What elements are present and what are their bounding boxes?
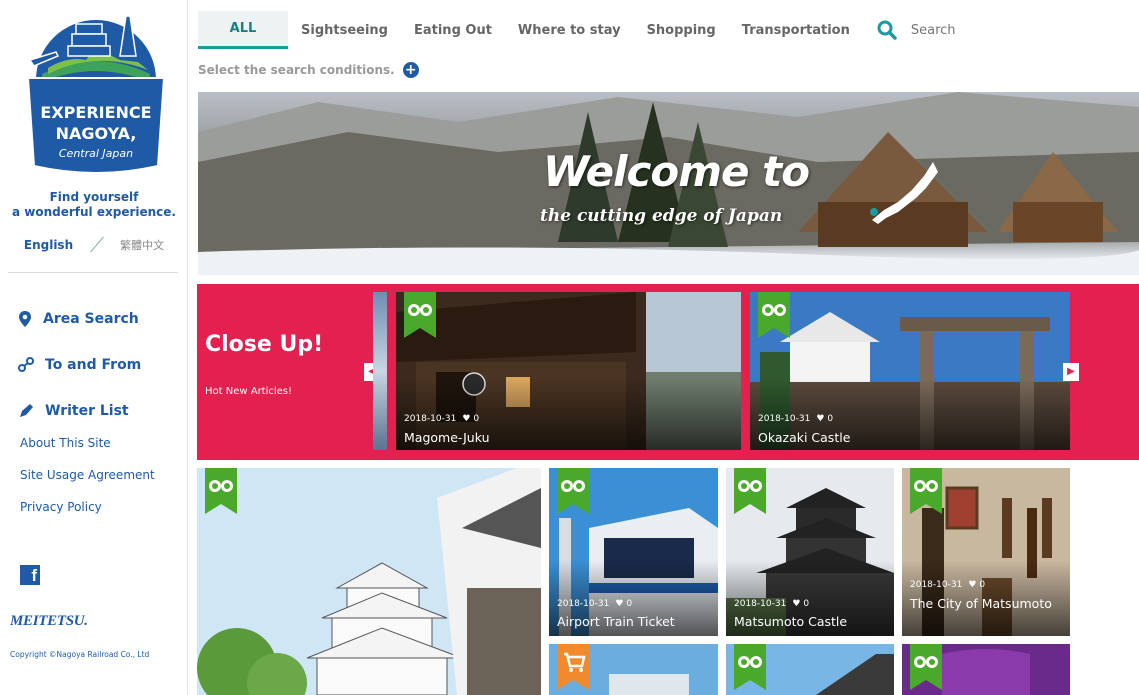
- binoculars-icon: [910, 644, 942, 690]
- card-title: The City of Matsumoto: [910, 596, 1052, 611]
- card-likes: 0: [473, 414, 480, 424]
- card-title: Magome-Juku: [404, 430, 490, 445]
- sidebar-item-to-and-from[interactable]: To and From: [18, 342, 141, 388]
- card-date: 2018-10-31: [758, 414, 811, 424]
- card-likes: 0: [803, 599, 810, 609]
- hero-title: Welcome to: [543, 147, 810, 196]
- card-date: 2018-10-31: [734, 599, 787, 609]
- binoculars-icon: [734, 468, 766, 514]
- carousel-next-button[interactable]: ▶: [1063, 363, 1079, 381]
- article-card-bottom-2[interactable]: [726, 644, 894, 695]
- tab-eating-out[interactable]: Eating Out: [401, 11, 505, 49]
- lang-divider: [89, 236, 104, 253]
- heart-icon[interactable]: ♥: [462, 414, 470, 424]
- sidebar-item-area-search[interactable]: Area Search: [18, 296, 141, 342]
- plus-icon[interactable]: +: [402, 62, 419, 78]
- tagline: Find yourself a wonderful experience.: [0, 190, 188, 220]
- binoculars-icon: [910, 468, 942, 514]
- about-link[interactable]: About This Site: [20, 436, 155, 468]
- lang-chinese-link[interactable]: 繁體中文: [120, 239, 164, 252]
- article-grid: 2018-10-31 ♥ 0 Airport Train Ticket 2018-1…: [197, 468, 1139, 695]
- binoculars-icon: [734, 644, 766, 690]
- pen-icon: [20, 404, 33, 417]
- facebook-glyph: f: [31, 566, 37, 585]
- card-date: 2018-10-31: [404, 414, 457, 424]
- route-icon: [18, 357, 34, 372]
- carousel-peek-card[interactable]: [373, 292, 387, 450]
- feature-article-card[interactable]: [197, 468, 541, 695]
- article-card-airport-train[interactable]: 2018-10-31 ♥ 0 Airport Train Ticket: [549, 468, 718, 636]
- card-title: Okazaki Castle: [758, 430, 851, 445]
- heart-icon[interactable]: ♥: [816, 414, 824, 424]
- binoculars-icon: [557, 468, 589, 514]
- location-pin-icon: [19, 311, 31, 327]
- cart-icon: [557, 644, 589, 690]
- tab-shopping[interactable]: Shopping: [634, 11, 729, 49]
- tagline-line-2: a wonderful experience.: [12, 205, 176, 219]
- article-card-okazaki[interactable]: 2018-10-31 ♥ 0 Okazaki Castle: [750, 292, 1070, 450]
- usage-agreement-link[interactable]: Site Usage Agreement: [20, 468, 155, 500]
- tab-transportation[interactable]: Transportation: [729, 11, 863, 49]
- card-meta: 2018-10-31 ♥ 0: [758, 414, 833, 424]
- binoculars-icon: [205, 468, 237, 514]
- card-meta: 2018-10-31 ♥ 0: [910, 580, 985, 590]
- article-image: [197, 468, 541, 695]
- sidebar: EXPERIENCE NAGOYA, Central Japan Find yo…: [0, 0, 188, 695]
- card-title: Airport Train Ticket: [557, 614, 675, 629]
- article-card-city-of-matsumoto[interactable]: 2018-10-31 ♥ 0 The City of Matsumoto: [902, 468, 1070, 636]
- logo-line-1: EXPERIENCE: [40, 103, 151, 122]
- sidebar-nav: Area Search To and From Writer List: [18, 296, 141, 434]
- copyright: Copyright ©Nagoya Railroad Co., Ltd: [10, 650, 150, 659]
- card-likes: 0: [626, 599, 633, 609]
- search-conditions[interactable]: Select the search conditions. +: [198, 62, 419, 78]
- closeup-title: Close Up!: [205, 332, 324, 357]
- lang-english-link[interactable]: English: [24, 238, 73, 252]
- facebook-icon[interactable]: f: [20, 565, 40, 585]
- binoculars-icon: [758, 292, 790, 338]
- sidebar-divider: [8, 272, 178, 273]
- card-likes: 0: [827, 414, 834, 424]
- sidebar-links: About This Site Site Usage Agreement Pri…: [20, 436, 155, 532]
- binoculars-icon: [404, 292, 436, 338]
- search-icon[interactable]: [877, 20, 897, 40]
- category-tabs: ALL Sightseeing Eating Out Where to stay…: [198, 10, 1128, 50]
- article-card-matsumoto-castle[interactable]: 2018-10-31 ♥ 0 Matsumoto Castle: [726, 468, 894, 636]
- article-card-bottom-3[interactable]: [902, 644, 1070, 695]
- hero-banner[interactable]: Welcome to the cutting edge of Japan: [198, 92, 1139, 275]
- heart-icon[interactable]: ♥: [792, 599, 800, 609]
- article-card-magome[interactable]: 2018-10-31 ♥ 0 Magome-Juku: [396, 292, 741, 450]
- tagline-line-1: Find yourself: [49, 190, 139, 204]
- card-title: Matsumoto Castle: [734, 614, 848, 629]
- sidebar-item-label: Area Search: [43, 311, 139, 327]
- search-input[interactable]: [910, 22, 1061, 38]
- card-likes: 0: [979, 580, 986, 590]
- meitetsu-logo[interactable]: MEITETSU.: [10, 613, 88, 630]
- closeup-subtitle: Hot New Articles!: [205, 386, 293, 397]
- heart-icon[interactable]: ♥: [615, 599, 623, 609]
- closeup-carousel: Close Up! Hot New Articles! ◀ 2018-10-31…: [197, 284, 1139, 460]
- article-card-shopping[interactable]: [549, 644, 718, 695]
- hero-subtitle: the cutting edge of Japan: [540, 206, 783, 226]
- card-meta: 2018-10-31 ♥ 0: [557, 599, 632, 609]
- logo-line-2: NAGOYA,: [56, 124, 137, 143]
- logo-line-3: Central Japan: [59, 147, 133, 160]
- card-meta: 2018-10-31 ♥ 0: [404, 414, 479, 424]
- card-date: 2018-10-31: [557, 599, 610, 609]
- sidebar-item-writer-list[interactable]: Writer List: [18, 388, 141, 434]
- tab-sightseeing[interactable]: Sightseeing: [288, 11, 401, 49]
- tab-all[interactable]: ALL: [198, 11, 288, 49]
- experience-nagoya-logo[interactable]: EXPERIENCE NAGOYA, Central Japan: [8, 8, 188, 188]
- search-conditions-label: Select the search conditions.: [198, 63, 395, 77]
- privacy-policy-link[interactable]: Privacy Policy: [20, 500, 155, 532]
- tab-where-to-stay[interactable]: Where to stay: [505, 11, 634, 49]
- card-meta: 2018-10-31 ♥ 0: [734, 599, 809, 609]
- sidebar-item-label: To and From: [45, 357, 142, 373]
- heart-icon[interactable]: ♥: [968, 580, 976, 590]
- language-switcher: English 繁體中文: [0, 236, 188, 253]
- card-date: 2018-10-31: [910, 580, 963, 590]
- sidebar-item-label: Writer List: [45, 403, 129, 419]
